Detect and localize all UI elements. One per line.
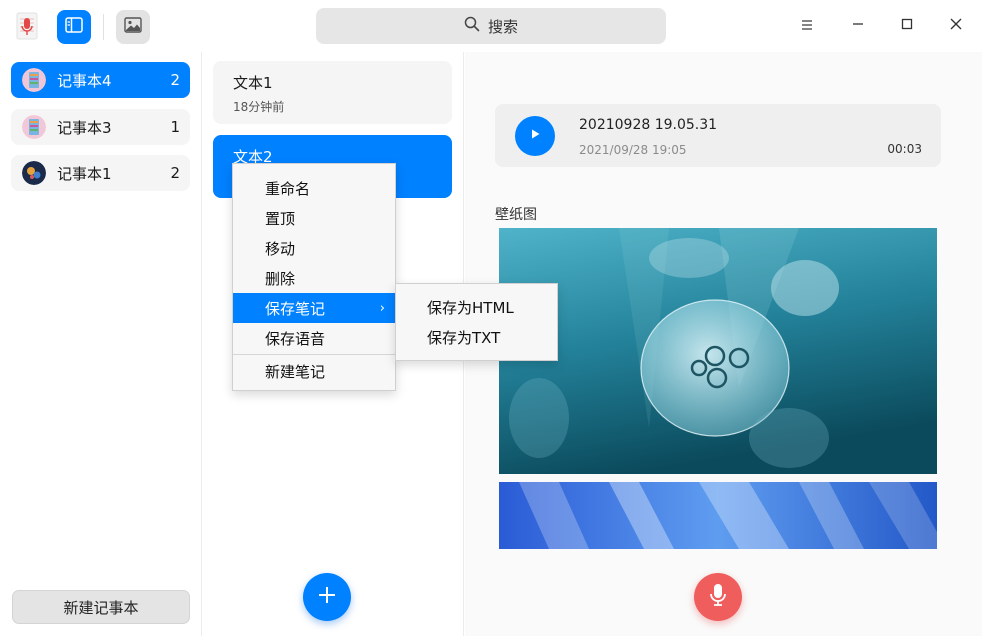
menu-divider — [233, 354, 395, 355]
notebook-avatar — [22, 161, 46, 185]
close-button[interactable] — [940, 10, 972, 42]
notebook-count: 2 — [170, 71, 180, 89]
notebook-avatar — [22, 115, 46, 139]
notebook-item[interactable]: 记事本1 2 — [11, 155, 190, 191]
microphone-icon — [709, 583, 727, 611]
wallpaper-image[interactable] — [499, 482, 937, 549]
save-note-submenu: 保存为HTML 保存为TXT — [395, 283, 558, 361]
note-title: 文本1 — [233, 74, 273, 92]
minimize-icon — [852, 18, 864, 34]
toolbar-divider — [103, 14, 104, 40]
menu-item-rename[interactable]: 重命名 — [233, 173, 395, 203]
search-placeholder: 搜索 — [487, 17, 518, 36]
menu-item-new-note[interactable]: 新建笔记 — [233, 356, 395, 386]
note-context-menu: 重命名 置顶 移动 删除 保存笔记 › 保存语音 新建笔记 — [232, 163, 396, 391]
voice-date: 2021/09/28 19:05 — [579, 143, 687, 157]
notebook-item[interactable]: 记事本4 2 — [11, 62, 190, 98]
add-note-button[interactable] — [303, 573, 351, 621]
menu-item-label: 保存笔记 — [265, 299, 326, 318]
plus-icon — [317, 585, 337, 609]
app-icon — [12, 10, 42, 42]
notebook-avatar — [22, 68, 46, 92]
menu-item-save-note[interactable]: 保存笔记 › — [233, 293, 395, 323]
jellyfish-image[interactable] — [499, 228, 937, 474]
title-bar: 搜索 — [0, 0, 982, 52]
close-icon — [950, 18, 962, 34]
notebook-label: 记事本1 — [57, 164, 112, 183]
notebook-count: 2 — [170, 164, 180, 182]
notebook-label: 记事本4 — [57, 71, 112, 90]
image-icon — [124, 17, 142, 37]
note-time: 18分钟前 — [233, 100, 285, 114]
maximize-button[interactable] — [891, 10, 923, 42]
submenu-item-save-html[interactable]: 保存为HTML — [396, 292, 557, 322]
play-icon — [529, 128, 541, 144]
menu-item-save-voice[interactable]: 保存语音 — [233, 323, 395, 353]
chevron-right-icon: › — [379, 300, 385, 316]
search-input[interactable]: 搜索 — [316, 8, 666, 44]
record-voice-button[interactable] — [694, 573, 742, 621]
minimize-button[interactable] — [842, 10, 874, 42]
maximize-icon — [901, 18, 913, 34]
menu-icon — [801, 18, 813, 34]
sidebar-toggle-icon — [65, 17, 83, 37]
sidebar-toggle-button[interactable] — [57, 10, 91, 44]
insert-image-button[interactable] — [116, 10, 150, 44]
voice-title: 20210928 19.05.31 — [579, 117, 718, 133]
play-button[interactable] — [515, 116, 555, 156]
note-item[interactable]: 文本1 18分钟前 — [213, 61, 452, 124]
voice-duration: 00:03 — [887, 142, 922, 156]
main-menu-button[interactable] — [791, 10, 823, 42]
voice-note-card[interactable]: 20210928 19.05.31 2021/09/28 19:05 00:03 — [495, 104, 941, 167]
menu-item-delete[interactable]: 删除 — [233, 263, 395, 293]
note-text: 壁纸图 — [495, 207, 537, 223]
notebook-sidebar: 记事本4 2 记事本3 1 记事本1 2 新建记事本 — [0, 52, 202, 636]
new-notebook-button[interactable]: 新建记事本 — [12, 590, 190, 624]
menu-item-move[interactable]: 移动 — [233, 233, 395, 263]
menu-item-pin[interactable]: 置顶 — [233, 203, 395, 233]
notebook-count: 1 — [170, 118, 180, 136]
notebook-item[interactable]: 记事本3 1 — [11, 109, 190, 145]
notebook-label: 记事本3 — [57, 118, 112, 137]
search-icon — [464, 16, 480, 36]
submenu-item-save-txt[interactable]: 保存为TXT — [396, 322, 557, 352]
